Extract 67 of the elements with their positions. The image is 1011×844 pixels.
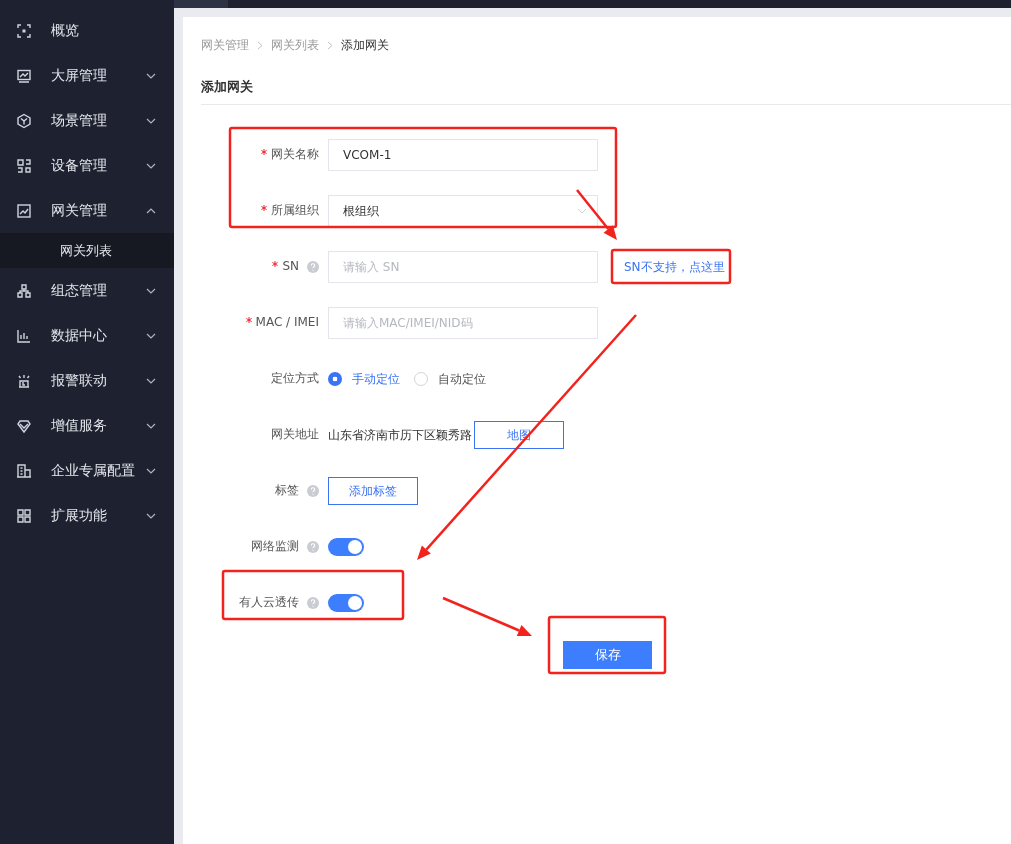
top-bar-tab[interactable] bbox=[174, 0, 228, 8]
chevron-icon bbox=[146, 162, 156, 169]
text-field[interactable]: 请输入MAC/IMEI/NID码 bbox=[328, 307, 598, 339]
chevron-icon bbox=[146, 377, 156, 384]
sidebar-item[interactable]: 大屏管理 bbox=[0, 53, 174, 98]
chevron-icon bbox=[146, 72, 156, 79]
sidebar-item[interactable]: 增值服务 bbox=[0, 403, 174, 448]
help-icon[interactable] bbox=[307, 485, 319, 497]
cube-icon bbox=[16, 112, 32, 129]
sidebar-item[interactable]: 网关管理 bbox=[0, 188, 174, 233]
focus-icon bbox=[16, 22, 32, 39]
radio-button[interactable] bbox=[328, 372, 342, 386]
chevron-icon bbox=[146, 207, 156, 214]
alarm-icon bbox=[16, 372, 32, 389]
field-label: 标签 bbox=[275, 481, 299, 499]
help-icon[interactable] bbox=[307, 261, 319, 273]
chevron-icon bbox=[146, 512, 156, 519]
field-label: SN bbox=[282, 259, 299, 273]
chart-icon bbox=[16, 202, 32, 219]
field-label: 有人云透传 bbox=[239, 593, 299, 611]
sidebar-item[interactable]: 概览 bbox=[0, 8, 174, 53]
chevron-icon bbox=[146, 467, 156, 474]
save-button[interactable]: 保存 bbox=[563, 641, 652, 669]
toggle-switch[interactable] bbox=[328, 594, 364, 612]
toggle-switch[interactable] bbox=[328, 538, 364, 556]
field-label: 定位方式 bbox=[271, 369, 319, 387]
submenu-item[interactable]: 网关列表 bbox=[0, 233, 174, 268]
address-text: 山东省济南市历下区颖秀路 bbox=[328, 427, 472, 443]
help-icon[interactable] bbox=[307, 541, 319, 553]
chevron-icon bbox=[146, 422, 156, 429]
chevron-icon bbox=[146, 287, 156, 294]
chevron-icon bbox=[146, 332, 156, 339]
help-icon[interactable] bbox=[307, 597, 319, 609]
grid-icon bbox=[16, 157, 32, 174]
select-field[interactable]: 根组织 bbox=[328, 195, 598, 227]
sidebar-item[interactable]: 场景管理 bbox=[0, 98, 174, 143]
sidebar-item[interactable]: 扩展功能 bbox=[0, 493, 174, 538]
apps-icon bbox=[16, 507, 32, 524]
annotation-arrow bbox=[576, 189, 617, 240]
add-tag-button[interactable]: 添加标签 bbox=[328, 477, 418, 505]
field-label: 网关名称 bbox=[271, 145, 319, 163]
text-field[interactable]: VCOM-1 bbox=[328, 139, 598, 171]
radio-button[interactable] bbox=[414, 372, 428, 386]
radio-label[interactable]: 手动定位 bbox=[352, 370, 400, 388]
bar-chart-icon bbox=[16, 327, 32, 344]
sidebar-item[interactable]: 报警联动 bbox=[0, 358, 174, 403]
field-label: 所属组织 bbox=[271, 201, 319, 219]
text-field[interactable]: 请输入 SN bbox=[328, 251, 598, 283]
page-title: 添加网关 bbox=[201, 64, 1011, 105]
chevron-icon bbox=[577, 208, 587, 214]
building-icon bbox=[16, 462, 32, 479]
diamond-icon bbox=[16, 417, 32, 434]
field-label: 网关地址 bbox=[271, 425, 319, 443]
field-label: MAC / IMEI bbox=[255, 315, 319, 329]
field-label: 网络监测 bbox=[251, 537, 299, 555]
monitor-icon bbox=[16, 67, 32, 84]
radio-label[interactable]: 自动定位 bbox=[438, 370, 486, 388]
sidebar-item[interactable]: 组态管理 bbox=[0, 268, 174, 313]
chevron-right-icon bbox=[257, 40, 263, 50]
sidebar-item[interactable]: 企业专属配置 bbox=[0, 448, 174, 493]
sidebar-item[interactable]: 设备管理 bbox=[0, 143, 174, 188]
help-link[interactable]: SN不支持，点这里 bbox=[624, 258, 725, 276]
chevron-icon bbox=[146, 117, 156, 124]
sidebar-item[interactable]: 数据中心 bbox=[0, 313, 174, 358]
breadcrumb-item: 添加网关 bbox=[341, 36, 389, 54]
hierarchy-icon bbox=[16, 282, 32, 299]
chevron-right-icon bbox=[327, 40, 333, 50]
